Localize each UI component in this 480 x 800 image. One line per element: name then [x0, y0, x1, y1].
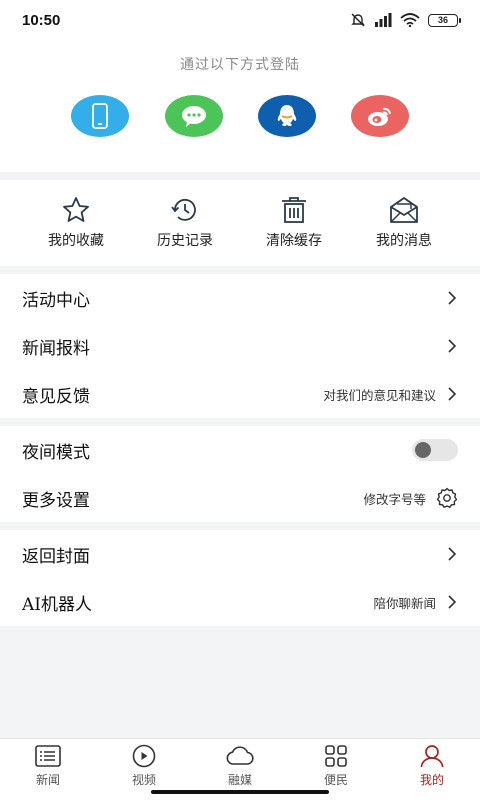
feedback-subtitle: 对我们的意见和建议: [323, 387, 436, 403]
chevron-right-icon: [448, 387, 457, 401]
video-play-icon: [132, 744, 156, 768]
status-time: 10:50: [22, 11, 61, 29]
menu-row-ai-robot[interactable]: AI机器人 陪你聊新闻: [0, 578, 480, 626]
settings-title: 更多设置: [22, 490, 90, 511]
mail-icon: [390, 197, 418, 223]
wechat-login-button[interactable]: [165, 95, 223, 137]
mute-bell-icon: [351, 13, 365, 27]
clear-cache-button[interactable]: 清除缓存: [239, 196, 349, 250]
star-icon: [63, 197, 89, 222]
ai-robot-subtitle: 陪你聊新闻: [373, 595, 436, 611]
menu-row-report[interactable]: 新闻报料: [0, 322, 480, 370]
menu-group-3: 返回封面 AI机器人 陪你聊新闻: [0, 530, 480, 626]
menu-row-cover[interactable]: 返回封面: [0, 530, 480, 578]
menu-row-activity[interactable]: 活动中心: [0, 274, 480, 322]
report-title: 新闻报料: [22, 338, 90, 359]
signal-icon: [375, 13, 392, 27]
settings-subtitle: 修改字号等: [363, 491, 426, 507]
messages-label: 我的消息: [376, 233, 432, 249]
phone-icon: [92, 103, 108, 129]
wechat-icon: [182, 106, 206, 127]
login-section: 通过以下方式登陆: [0, 40, 480, 172]
home-indicator: [151, 790, 329, 794]
cover-title: 返回封面: [22, 546, 90, 567]
phone-login-button[interactable]: [71, 95, 129, 137]
history-icon: [171, 198, 196, 221]
tab-mine-label: 我的: [419, 773, 444, 787]
gear-icon: [436, 487, 458, 508]
tab-mine[interactable]: 我的: [384, 744, 480, 788]
chevron-right-icon: [448, 547, 457, 561]
weibo-icon: [368, 107, 391, 126]
toggle-knob: [415, 442, 431, 458]
tab-services[interactable]: 便民: [288, 744, 384, 788]
ai-robot-title: AI机器人: [22, 594, 92, 615]
chevron-right-icon: [448, 339, 457, 353]
chevron-right-icon: [448, 291, 457, 305]
qq-login-button[interactable]: [258, 95, 316, 137]
user-icon: [420, 745, 444, 768]
activity-title: 活动中心: [22, 290, 90, 311]
tab-news[interactable]: 新闻: [0, 744, 96, 788]
favorites-button[interactable]: 我的收藏: [21, 196, 131, 250]
login-title: 通过以下方式登陆: [180, 57, 300, 73]
quick-actions: 我的收藏 历史记录 清除缓存 我的消息: [0, 180, 480, 266]
tab-video-label: 视频: [131, 773, 156, 787]
weibo-login-button[interactable]: [351, 95, 409, 137]
trash-icon: [282, 197, 306, 223]
menu-row-feedback[interactable]: 意见反馈 对我们的意见和建议: [0, 370, 480, 418]
status-icons: 36: [350, 12, 461, 28]
menu-row-settings[interactable]: 更多设置 修改字号等: [0, 474, 480, 522]
tab-media[interactable]: 融媒: [192, 744, 288, 788]
cloud-icon: [226, 746, 254, 765]
messages-button[interactable]: 我的消息: [349, 196, 459, 250]
wifi-icon: [400, 13, 420, 27]
tab-media-label: 融媒: [227, 773, 252, 787]
tab-news-label: 新闻: [35, 773, 60, 787]
history-button[interactable]: 历史记录: [130, 196, 240, 250]
qq-icon: [277, 105, 297, 127]
battery-level: 36: [437, 14, 448, 25]
history-label: 历史记录: [157, 233, 213, 249]
news-list-icon: [35, 745, 61, 767]
menu-group-2: 夜间模式 更多设置 修改字号等: [0, 426, 480, 522]
favorites-label: 我的收藏: [48, 233, 104, 249]
night-mode-toggle[interactable]: [412, 439, 458, 461]
clear-cache-label: 清除缓存: [266, 233, 322, 249]
menu-group-1: 活动中心 新闻报料 意见反馈 对我们的意见和建议: [0, 274, 480, 418]
chevron-right-icon: [448, 595, 457, 609]
menu-row-night-mode: 夜间模式: [0, 426, 480, 474]
night-mode-title: 夜间模式: [22, 442, 90, 463]
grid-icon: [325, 745, 347, 767]
tab-services-label: 便民: [323, 773, 348, 787]
tab-video[interactable]: 视频: [96, 744, 192, 788]
status-bar: 10:50 36: [0, 0, 480, 40]
battery-icon: 36: [428, 13, 461, 27]
feedback-title: 意见反馈: [22, 386, 90, 407]
